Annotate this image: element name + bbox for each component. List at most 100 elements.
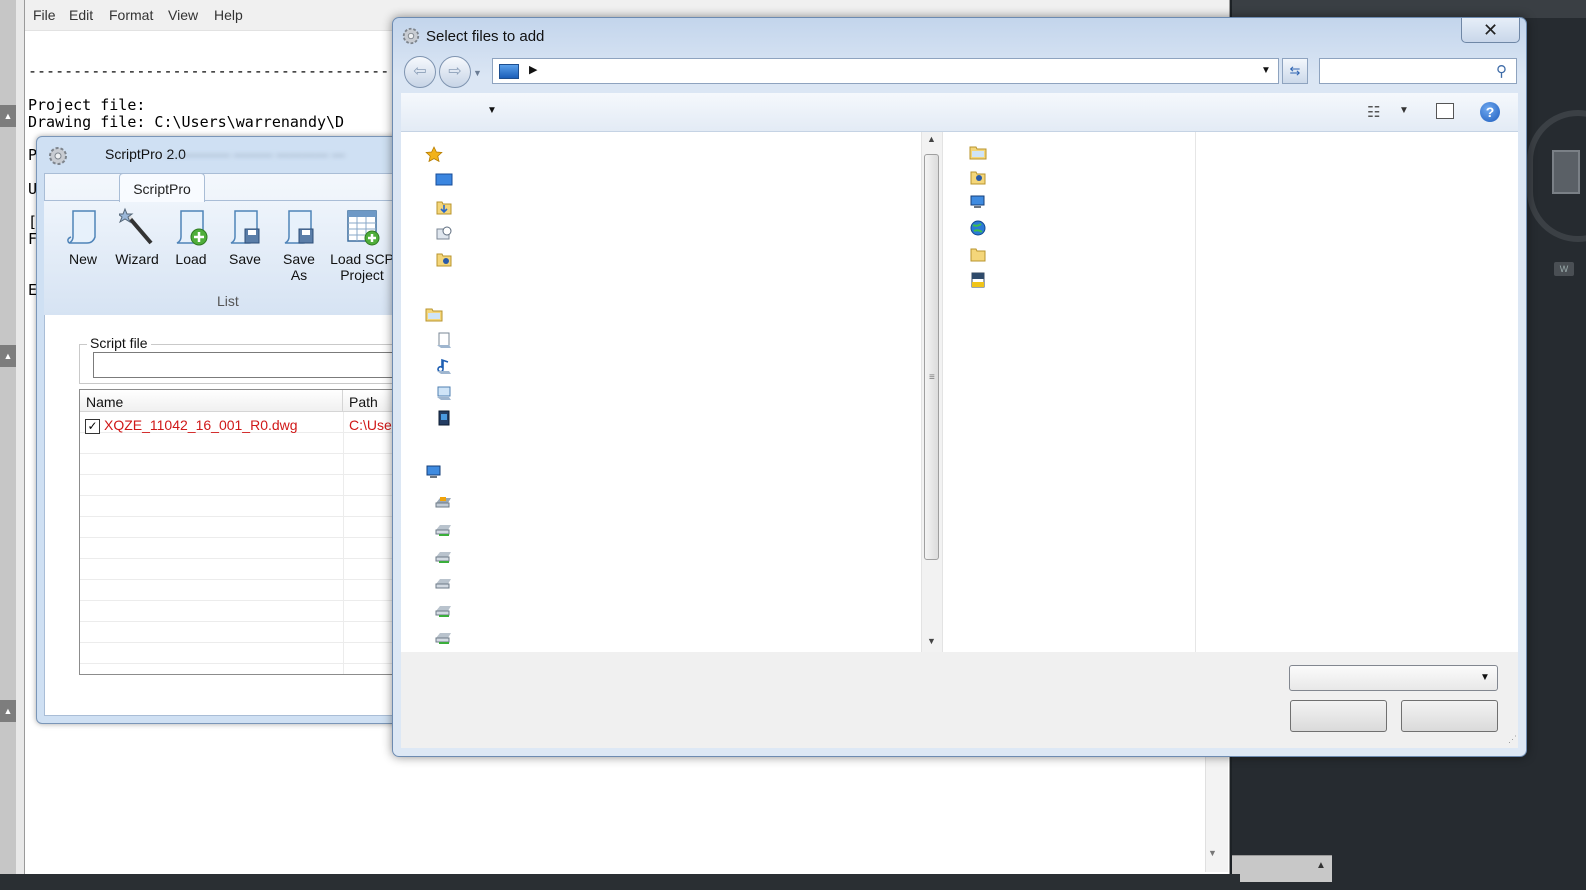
strip-arrow-up-icon[interactable]: ▲ xyxy=(0,700,16,722)
videos-library-icon[interactable] xyxy=(435,410,453,426)
project-file-line: Project file: xyxy=(28,96,146,114)
local-disk-icon[interactable] xyxy=(435,494,453,510)
organize-dropdown-icon[interactable]: ▼ xyxy=(487,105,497,116)
save-scroll-icon xyxy=(230,210,260,244)
network-drive-icon[interactable] xyxy=(435,629,453,645)
user-folder-icon[interactable] xyxy=(969,169,987,185)
chevron-up-icon[interactable]: ▲ xyxy=(1316,860,1326,871)
pictures-library-icon[interactable] xyxy=(435,384,453,400)
arrow-left-icon: ⇦ xyxy=(413,63,427,80)
network-drive-icon[interactable] xyxy=(435,548,453,564)
load-button[interactable]: Load xyxy=(165,207,217,267)
save-as-scroll-icon xyxy=(284,210,314,244)
recent-locations-dropdown-icon[interactable]: ▼ xyxy=(473,68,482,78)
refresh-button[interactable]: ⇆ xyxy=(1282,58,1308,84)
tab-scriptpro[interactable]: ScriptPro xyxy=(119,173,205,202)
computer-icon[interactable] xyxy=(425,464,443,480)
file-checkbox[interactable]: ✓ xyxy=(85,419,100,434)
gear-icon xyxy=(402,27,420,45)
cancel-button[interactable] xyxy=(1401,700,1498,732)
computer-icon[interactable] xyxy=(969,194,987,210)
scriptpro-window: ScriptPro 2.0 ————— ——— ———— — ScriptPro… xyxy=(36,136,418,724)
file-path-cell: C:\Use xyxy=(349,417,392,433)
scroll-up-icon[interactable]: ▲ xyxy=(927,134,936,144)
save-button[interactable]: Save xyxy=(219,207,271,267)
file-type-select[interactable]: ▼ xyxy=(1289,665,1498,691)
list-row-empty xyxy=(80,580,417,601)
breadcrumb-arrow-icon[interactable]: ▶ xyxy=(529,63,537,76)
save-button-label: Save xyxy=(229,251,261,267)
save-as-button[interactable]: Save As xyxy=(273,207,325,283)
network-drive-disconnected-icon[interactable] xyxy=(435,575,453,591)
dash-separator: ---------------------------------------- xyxy=(28,62,390,80)
load-button-label: Load xyxy=(175,251,207,267)
strip-arrow-up-icon[interactable]: ▲ xyxy=(0,345,16,367)
script-file-input[interactable] xyxy=(93,352,417,378)
recent-places-icon[interactable] xyxy=(435,225,453,241)
network-globe-icon[interactable] xyxy=(969,220,987,236)
arrow-right-icon: ⇨ xyxy=(448,63,462,80)
documents-library-icon[interactable] xyxy=(435,332,453,348)
network-drive-icon[interactable] xyxy=(435,602,453,618)
resize-grip-icon[interactable]: ⋰ xyxy=(1508,734,1517,745)
save-as-label-line1: Save xyxy=(283,251,315,267)
new-scroll-icon xyxy=(67,210,96,244)
views-icon[interactable]: ☷ xyxy=(1367,103,1389,121)
back-button[interactable]: ⇦ xyxy=(404,56,436,88)
folder-icon[interactable] xyxy=(969,246,987,262)
menu-format[interactable]: Format xyxy=(109,7,153,23)
scroll-grip-icon: ≡ xyxy=(929,372,935,383)
desktop-icon[interactable] xyxy=(435,172,453,188)
menu-edit[interactable]: Edit xyxy=(69,7,93,23)
list-row-empty xyxy=(80,517,417,538)
file-name-cell: XQZE_11042_16_001_R0.dwg xyxy=(104,417,298,433)
gear-icon xyxy=(49,147,67,165)
dialog-toolbar: ▼ ☷ ▼ ? xyxy=(401,93,1518,132)
help-icon[interactable]: ? xyxy=(1480,102,1500,122)
address-dropdown-icon[interactable]: ▼ xyxy=(1261,65,1271,76)
forward-button[interactable]: ⇨ xyxy=(439,56,471,88)
dwg-file-icon[interactable] xyxy=(969,272,987,288)
strip-arrow-up-icon[interactable]: ▲ xyxy=(0,105,16,127)
menu-view[interactable]: View xyxy=(168,7,198,23)
favorites-star-icon[interactable] xyxy=(425,146,443,162)
open-button[interactable] xyxy=(1290,700,1387,732)
libraries-folder-icon[interactable] xyxy=(969,144,987,160)
load-scp-project-button[interactable]: Load SCP Project xyxy=(327,207,397,283)
list-row-empty xyxy=(80,538,417,559)
user-folder-icon[interactable] xyxy=(435,251,453,267)
downloads-folder-icon[interactable] xyxy=(435,199,453,215)
new-button-label: New xyxy=(68,251,97,267)
music-library-icon[interactable] xyxy=(435,358,453,374)
navigation-scrollbar[interactable]: ▲ ≡ ▼ xyxy=(921,132,943,652)
column-header-name[interactable]: Name xyxy=(80,390,343,412)
search-icon: ⚲ xyxy=(1496,63,1507,80)
left-edge-strip: ▲ ▲ ▲ xyxy=(0,0,17,890)
preview-pane-icon[interactable] xyxy=(1436,103,1454,119)
wizard-button[interactable]: Wizard xyxy=(111,207,163,267)
wizard-button-label: Wizard xyxy=(115,251,159,267)
menu-help[interactable]: Help xyxy=(214,7,243,23)
network-drive-icon[interactable] xyxy=(435,521,453,537)
close-button[interactable]: ✕ xyxy=(1461,18,1520,43)
list-row-empty xyxy=(80,475,417,496)
scroll-down-icon[interactable]: ▼ xyxy=(1208,848,1217,858)
ribbon-group-label: List xyxy=(217,293,239,309)
menu-file[interactable]: File xyxy=(33,7,56,23)
desktop-icon xyxy=(499,64,519,79)
address-bar[interactable]: ▶ ▼ xyxy=(492,58,1279,84)
new-button[interactable]: New xyxy=(57,207,109,267)
views-dropdown-icon[interactable]: ▼ xyxy=(1399,105,1409,116)
left-edge-strip-inner xyxy=(16,0,24,890)
scrollbar-thumb[interactable]: ≡ xyxy=(924,154,939,560)
libraries-icon[interactable] xyxy=(425,306,443,322)
file-list-pane xyxy=(943,132,1196,652)
blurred-title-text: ————— ——— ———— — xyxy=(165,147,345,162)
dialog-title: Select files to add xyxy=(426,28,545,45)
list-row-empty xyxy=(80,622,417,643)
dialog-body: ▲ ≡ ▼ xyxy=(401,132,1518,652)
background-badge: W xyxy=(1554,262,1574,276)
search-input[interactable]: ⚲ xyxy=(1319,58,1517,84)
scroll-down-icon[interactable]: ▼ xyxy=(927,636,936,646)
chevron-down-icon: ▼ xyxy=(1480,672,1490,683)
